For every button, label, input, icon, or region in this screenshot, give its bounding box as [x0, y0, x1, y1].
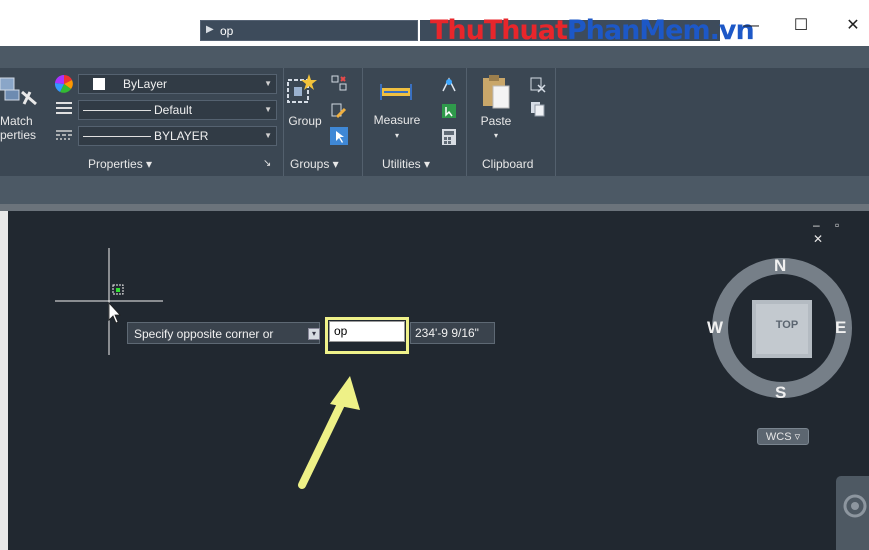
- prompt-text: Specify opposite corner or: [134, 327, 274, 341]
- properties-panel-title[interactable]: Properties ▾: [88, 153, 152, 175]
- compass-south[interactable]: S: [775, 383, 786, 403]
- file-tab-bar: [0, 176, 869, 204]
- chevron-down-icon: ▼: [264, 105, 272, 114]
- ribbon-shadow: [0, 204, 869, 211]
- viewcube-face-top[interactable]: TOP: [768, 319, 806, 331]
- dynamic-input-prompt: Specify opposite corner or ▾: [127, 322, 320, 344]
- panel-divider: [555, 68, 556, 176]
- measure-button[interactable]: Measure ▾: [368, 78, 426, 148]
- ungroup-icon[interactable]: [331, 75, 347, 91]
- search-value: op: [220, 24, 234, 38]
- match-properties-label: Match perties: [0, 114, 37, 142]
- ribbon-tab-strip: [0, 46, 869, 68]
- linetype-dropdown[interactable]: Default ▼: [78, 100, 277, 120]
- calculator-icon[interactable]: [442, 129, 456, 145]
- layer-color-dropdown[interactable]: ByLayer ▼: [78, 74, 277, 94]
- match-properties-icon: [0, 77, 37, 106]
- group-edit-icon[interactable]: [331, 103, 347, 119]
- distance-readout: 234'-9 9/16": [410, 322, 495, 344]
- groups-panel-title[interactable]: Groups ▾: [290, 153, 339, 175]
- chevron-down-icon: ▼: [264, 131, 272, 140]
- line-preview: [83, 136, 151, 137]
- close-button[interactable]: ✕: [838, 14, 868, 38]
- line-preview: [83, 110, 151, 111]
- quick-select-icon[interactable]: [441, 103, 457, 119]
- expand-arrow-icon[interactable]: ▶: [206, 24, 214, 35]
- command-input[interactable]: op: [329, 321, 405, 342]
- annotation-arrow-icon: [298, 376, 360, 489]
- minimize-button[interactable]: —: [736, 14, 766, 38]
- maximize-button[interactable]: ☐: [786, 14, 816, 38]
- wcs-menu[interactable]: WCS ▿: [757, 428, 809, 445]
- panel-divider: [362, 68, 363, 176]
- measure-icon: [380, 84, 412, 100]
- compass-west[interactable]: W: [707, 318, 723, 338]
- copy-icon[interactable]: [530, 101, 546, 117]
- group-button[interactable]: Group: [285, 72, 325, 132]
- utilities-panel-title[interactable]: Utilities ▾: [382, 153, 430, 175]
- color-swatch: [93, 78, 105, 90]
- viewport-controls[interactable]: – ▫ ✕: [813, 218, 869, 246]
- search-box[interactable]: ▶ op: [200, 20, 418, 41]
- panel-launcher-icon[interactable]: ↘: [263, 153, 271, 175]
- left-edge: [0, 211, 8, 550]
- navigation-bar[interactable]: [836, 476, 869, 550]
- compass-north[interactable]: N: [774, 256, 786, 276]
- lineweight-dropdown[interactable]: BYLAYER ▼: [78, 126, 277, 146]
- cut-icon[interactable]: [530, 77, 546, 93]
- linetype-icon[interactable]: [56, 130, 72, 140]
- id-point-icon[interactable]: [441, 77, 457, 93]
- paste-icon: [483, 75, 510, 109]
- clipboard-panel-title[interactable]: Clipboard: [482, 153, 533, 175]
- steering-wheel-icon: [843, 494, 867, 518]
- panel-divider: [466, 68, 467, 176]
- chevron-down-icon: ▼: [264, 79, 272, 88]
- panel-divider: [283, 68, 284, 176]
- group-selection-icon[interactable]: [330, 127, 348, 145]
- group-icon: [287, 74, 317, 103]
- compass-east[interactable]: E: [835, 318, 846, 338]
- color-wheel-icon[interactable]: [55, 75, 73, 93]
- options-down-arrow-icon[interactable]: ▾: [308, 328, 320, 340]
- match-properties-button[interactable]: [0, 74, 46, 110]
- watermark-logo: ThuThuatPhanMem.vn: [430, 15, 755, 46]
- paste-button[interactable]: Paste ▾: [474, 74, 518, 148]
- lineweight-icon[interactable]: [56, 102, 72, 114]
